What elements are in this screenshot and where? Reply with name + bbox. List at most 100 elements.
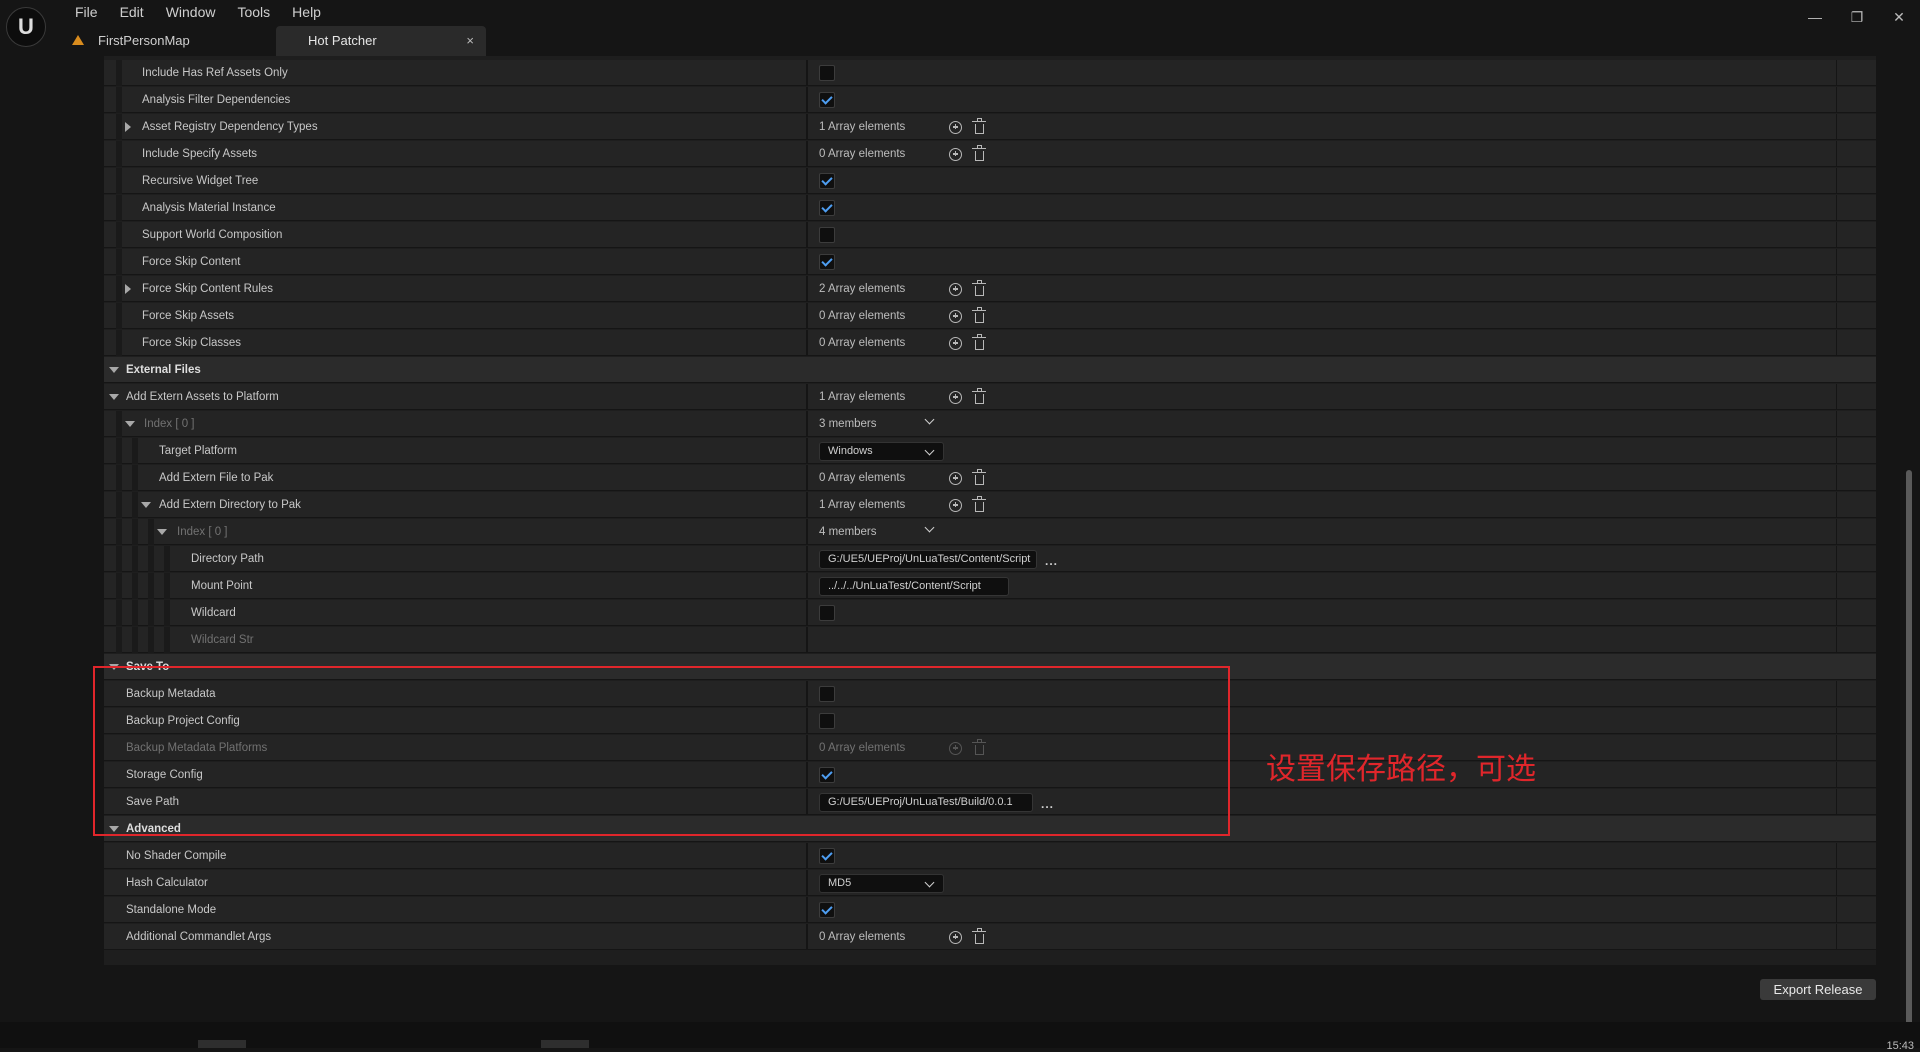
checkbox[interactable] — [819, 686, 835, 702]
delete-elements-icon[interactable] — [972, 306, 986, 323]
add-element-icon[interactable] — [949, 498, 962, 512]
delete-elements-icon[interactable] — [972, 738, 986, 755]
checkbox[interactable] — [819, 227, 835, 243]
column-splitter[interactable] — [806, 843, 808, 869]
column-splitter[interactable] — [806, 735, 808, 761]
delete-elements-icon[interactable] — [972, 468, 986, 485]
column-splitter[interactable] — [806, 519, 808, 545]
tab-firstpersonmap[interactable]: FirstPersonMap — [60, 26, 276, 56]
delete-elements-icon[interactable] — [972, 387, 986, 404]
combo-box[interactable]: Windows — [819, 441, 944, 461]
category-external-files[interactable]: External Files — [104, 357, 1876, 383]
add-element-icon[interactable] — [949, 309, 962, 323]
close-icon[interactable]: ✕ — [1878, 6, 1920, 28]
column-splitter[interactable] — [806, 87, 808, 113]
export-release-button[interactable]: Export Release — [1760, 979, 1876, 1000]
category-advanced[interactable]: Advanced — [104, 816, 1876, 842]
add-element-icon[interactable] — [949, 741, 962, 755]
add-element-icon[interactable] — [949, 336, 962, 350]
column-splitter[interactable] — [806, 438, 808, 464]
close-tab-icon[interactable]: × — [466, 26, 474, 56]
add-element-icon[interactable] — [949, 147, 962, 161]
checkbox[interactable] — [819, 848, 835, 864]
column-splitter[interactable] — [806, 195, 808, 221]
checkbox[interactable] — [819, 902, 835, 918]
column-splitter[interactable] — [806, 897, 808, 923]
minimize-icon[interactable]: — — [1794, 6, 1836, 28]
column-splitter[interactable] — [806, 870, 808, 896]
expand-down-icon[interactable] — [109, 367, 119, 373]
column-splitter[interactable] — [806, 330, 808, 356]
checkbox[interactable] — [819, 605, 835, 621]
path-input[interactable]: G:/UE5/UEProj/UnLuaTest/Content/Script — [819, 549, 1037, 569]
column-splitter[interactable] — [806, 249, 808, 275]
scrollbar[interactable] — [1906, 470, 1912, 1030]
expand-right-icon[interactable] — [125, 284, 131, 294]
add-element-icon[interactable] — [949, 390, 962, 404]
checkbox[interactable] — [819, 767, 835, 783]
checkbox[interactable] — [819, 254, 835, 270]
column-splitter[interactable] — [806, 168, 808, 194]
checkbox[interactable] — [819, 65, 835, 81]
menu-tools[interactable]: Tools — [226, 3, 281, 21]
browse-button[interactable]: ... — [1041, 797, 1054, 811]
menu-window[interactable]: Window — [155, 3, 227, 21]
checkbox[interactable] — [819, 713, 835, 729]
path-input[interactable]: G:/UE5/UEProj/UnLuaTest/Build/0.0.1 — [819, 792, 1033, 812]
path-input[interactable]: ../../../UnLuaTest/Content/Script — [819, 576, 1009, 596]
add-element-icon[interactable] — [949, 120, 962, 134]
checkbox[interactable] — [819, 173, 835, 189]
delete-elements-icon[interactable] — [972, 333, 986, 350]
menu-edit[interactable]: Edit — [109, 3, 155, 21]
column-splitter[interactable] — [806, 627, 808, 653]
add-element-icon[interactable] — [949, 282, 962, 296]
expand-down-icon[interactable] — [125, 421, 135, 427]
column-splitter[interactable] — [806, 303, 808, 329]
column-splitter[interactable] — [806, 762, 808, 788]
column-splitter[interactable] — [806, 789, 808, 815]
column-splitter[interactable] — [806, 141, 808, 167]
column-splitter[interactable] — [806, 384, 808, 410]
combo-box[interactable]: MD5 — [819, 873, 944, 893]
column-splitter[interactable] — [806, 411, 808, 437]
delete-elements-icon[interactable] — [972, 927, 986, 944]
expand-down-icon[interactable] — [109, 826, 119, 832]
members-dropdown[interactable]: 4 members — [819, 522, 939, 538]
menu-help[interactable]: Help — [281, 3, 332, 21]
browse-button[interactable]: ... — [1045, 554, 1058, 568]
expand-down-icon[interactable] — [141, 502, 151, 508]
column-splitter[interactable] — [806, 924, 808, 950]
column-splitter[interactable] — [806, 222, 808, 248]
expand-down-icon[interactable] — [109, 394, 119, 400]
column-splitter[interactable] — [806, 60, 808, 86]
column-splitter[interactable] — [806, 465, 808, 491]
column-splitter[interactable] — [806, 708, 808, 734]
delete-elements-icon[interactable] — [972, 144, 986, 161]
delete-elements-icon[interactable] — [972, 495, 986, 512]
expand-down-icon[interactable] — [109, 664, 119, 670]
menu-file[interactable]: File — [64, 3, 109, 21]
unreal-logo-icon[interactable]: U — [6, 7, 46, 47]
column-splitter[interactable] — [806, 114, 808, 140]
add-element-icon[interactable] — [949, 930, 962, 944]
expand-right-icon[interactable] — [125, 122, 131, 132]
status-tab[interactable] — [198, 1040, 246, 1048]
checkbox[interactable] — [819, 92, 835, 108]
column-splitter[interactable] — [806, 681, 808, 707]
restore-icon[interactable]: ❐ — [1836, 6, 1878, 28]
category-save-to[interactable]: Save To — [104, 654, 1876, 680]
tab-hot-patcher[interactable]: Hot Patcher × — [276, 26, 486, 56]
column-splitter[interactable] — [806, 276, 808, 302]
column-splitter[interactable] — [806, 492, 808, 518]
column-splitter[interactable] — [806, 600, 808, 626]
delete-elements-icon[interactable] — [972, 117, 986, 134]
expand-down-icon[interactable] — [157, 529, 167, 535]
delete-elements-icon[interactable] — [972, 279, 986, 296]
column-splitter[interactable] — [806, 573, 808, 599]
array-count: 0 Array elements — [819, 310, 906, 322]
add-element-icon[interactable] — [949, 471, 962, 485]
status-tab[interactable] — [541, 1040, 589, 1048]
column-splitter[interactable] — [806, 546, 808, 572]
checkbox[interactable] — [819, 200, 835, 216]
members-dropdown[interactable]: 3 members — [819, 414, 939, 430]
